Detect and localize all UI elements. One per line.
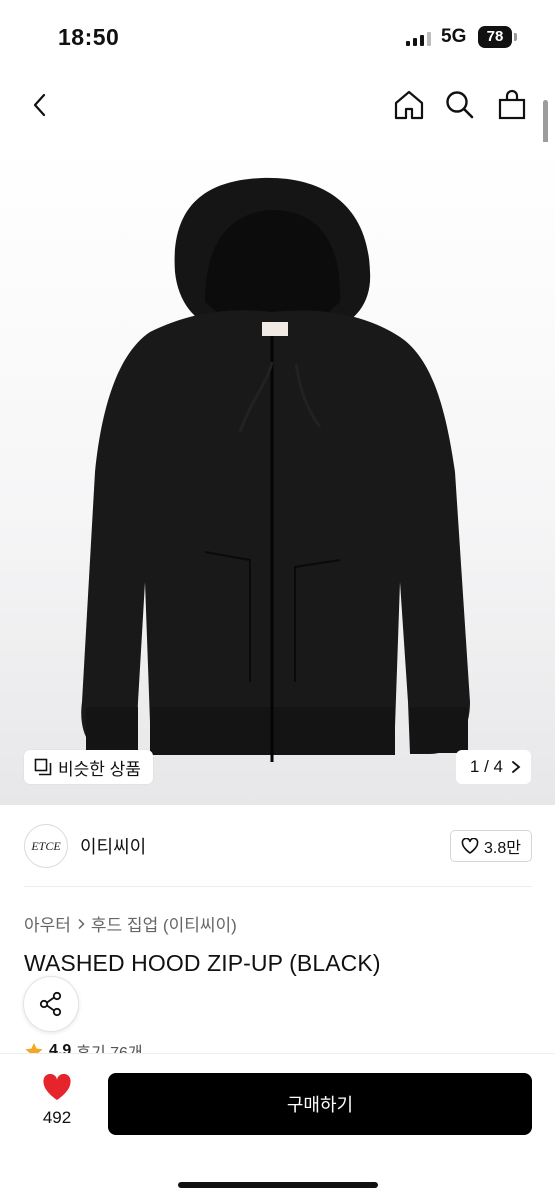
breadcrumb-category[interactable]: 아우터 [24, 911, 71, 936]
copy-icon [34, 758, 52, 776]
status-bar: 18:50 5G 78 [0, 0, 555, 72]
top-nav [0, 78, 555, 132]
cart-button[interactable] [495, 88, 529, 122]
brand-like-count: 3.8만 [484, 840, 521, 857]
buy-button[interactable]: 구매하기 [108, 1073, 532, 1135]
hoodie-image [81, 177, 470, 762]
signal-icon [406, 30, 431, 46]
similar-products-label: 비슷한 상품 [58, 759, 141, 779]
wishlist-count: 492 [42, 1108, 72, 1127]
product-image-carousel[interactable]: 비슷한 상품 1 / 4 [0, 142, 555, 805]
share-icon [39, 991, 62, 1017]
brand-like-button[interactable]: 3.8만 [450, 830, 532, 862]
divider [24, 886, 532, 887]
home-indicator [178, 1182, 378, 1188]
brand-row[interactable]: ETCE 이티씨이 3.8만 [24, 815, 532, 877]
chevron-left-icon [33, 93, 46, 117]
home-button[interactable] [392, 88, 426, 122]
wishlist-button[interactable]: 492 [30, 1073, 84, 1128]
breadcrumb: 아우터 후드 집업 (이티씨이) [24, 911, 237, 936]
breadcrumb-subcategory[interactable]: 후드 집업 (이티씨이) [91, 911, 237, 936]
similar-products-button[interactable]: 비슷한 상품 [24, 750, 153, 784]
network-label: 5G [441, 26, 467, 47]
heart-outline-icon [461, 838, 479, 854]
bottom-bar: 492 구매하기 [0, 1053, 555, 1200]
heart-filled-icon [43, 1073, 71, 1100]
image-page-indicator[interactable]: 1 / 4 [455, 750, 531, 784]
battery-icon: 78 [478, 26, 512, 48]
chevron-right-icon [78, 918, 85, 929]
status-time: 18:50 [58, 24, 120, 50]
home-icon [394, 90, 424, 120]
shopping-bag-icon [498, 89, 526, 120]
brand-logo: ETCE [24, 824, 68, 868]
share-button[interactable] [23, 976, 79, 1032]
battery-tip [514, 33, 517, 41]
back-button[interactable] [24, 88, 58, 122]
page-count: 1 / 4 [469, 757, 503, 776]
chevron-right-icon [512, 761, 521, 773]
brand-name[interactable]: 이티씨이 [80, 833, 146, 859]
product-title: WASHED HOOD ZIP-UP (BLACK) [24, 950, 381, 976]
search-button[interactable] [443, 88, 477, 122]
search-icon [446, 91, 474, 119]
